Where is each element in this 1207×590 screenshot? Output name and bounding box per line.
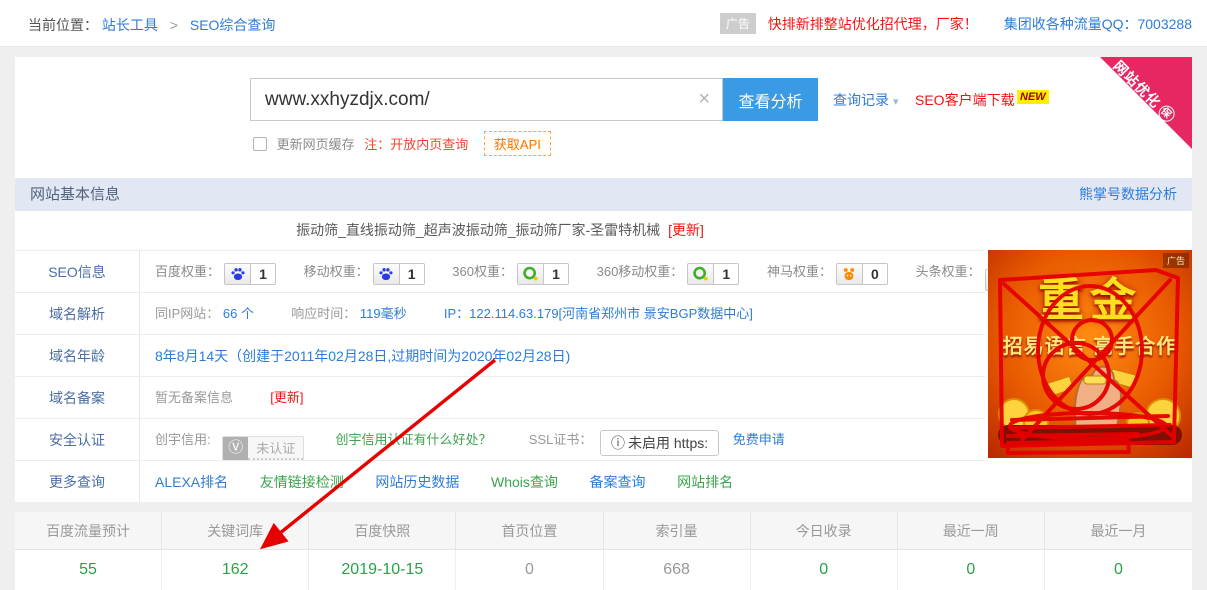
stat-value[interactable]: 55 (15, 550, 162, 590)
stats-table: 百度流量预计 55 关键词库 162 百度快照 2019-10-15 首页位置 … (15, 512, 1192, 590)
stat-last-month: 最近一月 0 (1045, 512, 1192, 590)
domain-age-row: 域名年龄 8年8月14天（创建于2011年02月28日,过期时间为2020年02… (15, 334, 985, 376)
response-time-value[interactable]: 119毫秒 (360, 306, 407, 321)
breadcrumb-separator: > (170, 17, 178, 33)
stat-value: 668 (604, 550, 751, 590)
analyze-button[interactable]: 查看分析 (723, 78, 818, 121)
friend-links-check-link[interactable]: 友情链接检测 (260, 474, 344, 490)
baidu-weight-value: 1 (251, 264, 275, 284)
icp-status: 暂无备案信息 (155, 390, 233, 405)
stat-last-week: 最近一周 0 (898, 512, 1045, 590)
update-cache-checkbox[interactable] (253, 137, 267, 151)
row-label: 更多查询 (15, 461, 140, 502)
top-bar: 当前位置： 站长工具 > SEO综合查询 广告 快排新排整站优化招代理，厂家！ … (0, 0, 1207, 47)
inner-page-note: 注：开放内页查询 (364, 137, 468, 152)
query-history-dropdown[interactable]: 查询记录▾ (833, 90, 899, 110)
security-row: 安全认证 创宇信用: Ⓥ未认证 创宇信用认证有什么好处？ SSL证书： ⓘ未启用… (15, 418, 985, 460)
xiongzhang-analysis-link[interactable]: 熊掌号数据分析 (1079, 178, 1177, 211)
stat-baidu-snapshot: 百度快照 2019-10-15 (309, 512, 456, 590)
chuangyu-benefit-link[interactable]: 创宇信用认证有什么好处？ (336, 432, 492, 447)
site-title-text: 振动筛_直线振动筛_超声波振动筛_振动筛厂家-圣雷特机械 (296, 222, 660, 238)
mobile-weight: 移动权重：1 (304, 251, 425, 293)
red-scribble-annotations (988, 250, 1192, 458)
same-ip-label: 同IP网站： (155, 306, 219, 321)
whois-link[interactable]: Whois查询 (491, 474, 558, 490)
stat-index-volume: 索引量 668 (604, 512, 751, 590)
baidu-weight: 百度权重：1 (155, 251, 276, 293)
new-badge: NEW (1017, 90, 1049, 104)
ssl-apply-link[interactable]: 免费申请 (733, 432, 785, 447)
so360-mobile-weight-value: 1 (714, 264, 738, 284)
stat-value[interactable]: 0 (751, 550, 898, 590)
site-history-link[interactable]: 网站历史数据 (375, 474, 459, 490)
dns-row: 域名解析 同IP网站： 66 个 响应时间： 119毫秒 IP：122.114.… (15, 292, 985, 334)
row-label: SEO信息 (15, 251, 140, 293)
stat-baidu-traffic: 百度流量预计 55 (15, 512, 162, 590)
site-rank-link[interactable]: 网站排名 (677, 474, 733, 490)
stat-value[interactable]: 0 (1045, 550, 1192, 590)
ad-label-badge: 广告 (720, 13, 756, 34)
update-cache-label: 更新网页缓存 (277, 137, 355, 152)
breadcrumb: 当前位置： 站长工具 > SEO综合查询 (28, 15, 275, 35)
mobile-weight-value: 1 (400, 264, 424, 284)
response-time-label: 响应时间： (291, 306, 356, 321)
site-title-update-link[interactable]: [更新] (668, 222, 704, 238)
breadcrumb-link-seo-query[interactable]: SEO综合查询 (190, 17, 276, 33)
icp-query-link[interactable]: 备案查询 (590, 474, 646, 490)
chuangyu-v-icon: Ⓥ (223, 437, 248, 460)
icp-update-link[interactable]: [更新] (270, 390, 303, 405)
url-input[interactable] (251, 79, 722, 120)
breadcrumb-prefix: 当前位置： (28, 17, 98, 33)
url-search-box: × (250, 78, 723, 121)
more-queries-row: 更多查询 ALEXA排名 友情链接检测 网站历史数据 Whois查询 备案查询 … (15, 460, 985, 502)
stat-value[interactable]: 0 (898, 550, 1045, 590)
top-ad-link[interactable]: 快排新排整站优化招代理，厂家！ (768, 16, 978, 32)
side-ad-banner[interactable]: 广告 重金 招易语言 高手合作 (988, 250, 1192, 458)
shenma-weight-value: 0 (863, 264, 887, 284)
site-title-row: 振动筛_直线振动筛_超声波振动筛_振动筛厂家-圣雷特机械 [更新] (15, 210, 985, 250)
chuangyu-label: 创宇信用: (155, 432, 211, 447)
baidu-paw-icon (374, 264, 400, 284)
shenma-weight: 神马权重：0 (767, 251, 888, 293)
so360-weight-value: 1 (544, 264, 568, 284)
stat-home-position: 首页位置 0 (456, 512, 603, 590)
stat-today-included: 今日收录 0 (751, 512, 898, 590)
row-label: 安全认证 (15, 419, 140, 461)
section-title: 网站基本信息 (30, 186, 120, 203)
row-label: 域名年龄 (15, 335, 140, 377)
360-icon (518, 264, 544, 284)
stat-value[interactable]: 162 (162, 550, 309, 590)
ssl-label: SSL证书： (529, 432, 593, 447)
so360-mobile-weight: 360移动权重：1 (597, 251, 740, 293)
row-label: 域名解析 (15, 293, 140, 335)
info-icon: ⓘ (611, 435, 625, 451)
chuangyu-credit-badge[interactable]: Ⓥ未认证 (222, 436, 304, 461)
360-icon (688, 264, 714, 284)
seo-client-download-link[interactable]: SEO客户端下载 (915, 90, 1015, 110)
get-api-button[interactable]: 获取API (484, 131, 551, 156)
breadcrumb-link-webmaster-tools[interactable]: 站长工具 (102, 17, 158, 33)
seo-info-row: SEO信息 百度权重：1 移动权重：1 360权重：1 360移动权重：1 神马… (15, 250, 985, 292)
ip-info-link[interactable]: IP：122.114.63.179[河南省郑州市 景安BGP数据中心] (444, 306, 753, 321)
section-header: 网站基本信息 熊掌号数据分析 (15, 178, 1192, 211)
clear-input-icon[interactable]: × (698, 88, 710, 111)
same-ip-value[interactable]: 66 个 (223, 306, 254, 321)
stat-value[interactable]: 2019-10-15 (309, 550, 456, 590)
stat-keyword-lib: 关键词库 162 (162, 512, 309, 590)
stat-value: 0 (456, 550, 603, 590)
alexa-rank-link[interactable]: ALEXA排名 (155, 474, 228, 490)
row-label: 域名备案 (15, 377, 140, 419)
chevron-down-icon: ▾ (893, 96, 899, 108)
baidu-paw-icon (225, 264, 251, 284)
shenma-icon (837, 264, 863, 284)
domain-age-value[interactable]: 8年8月14天（创建于2011年02月28日,过期时间为2020年02月28日) (155, 348, 570, 364)
main-panel: 网站优化保 × 查看分析 查询记录▾ SEO客户端下载 NEW 更新网页缓存 注… (15, 57, 1192, 502)
so360-weight: 360权重：1 (452, 251, 569, 293)
icp-row: 域名备案 暂无备案信息 [更新] (15, 376, 985, 418)
ssl-status-box: ⓘ未启用 https: (600, 430, 719, 456)
top-qq-ad-link[interactable]: 集团收各种流量QQ：7003288 (1004, 16, 1192, 32)
